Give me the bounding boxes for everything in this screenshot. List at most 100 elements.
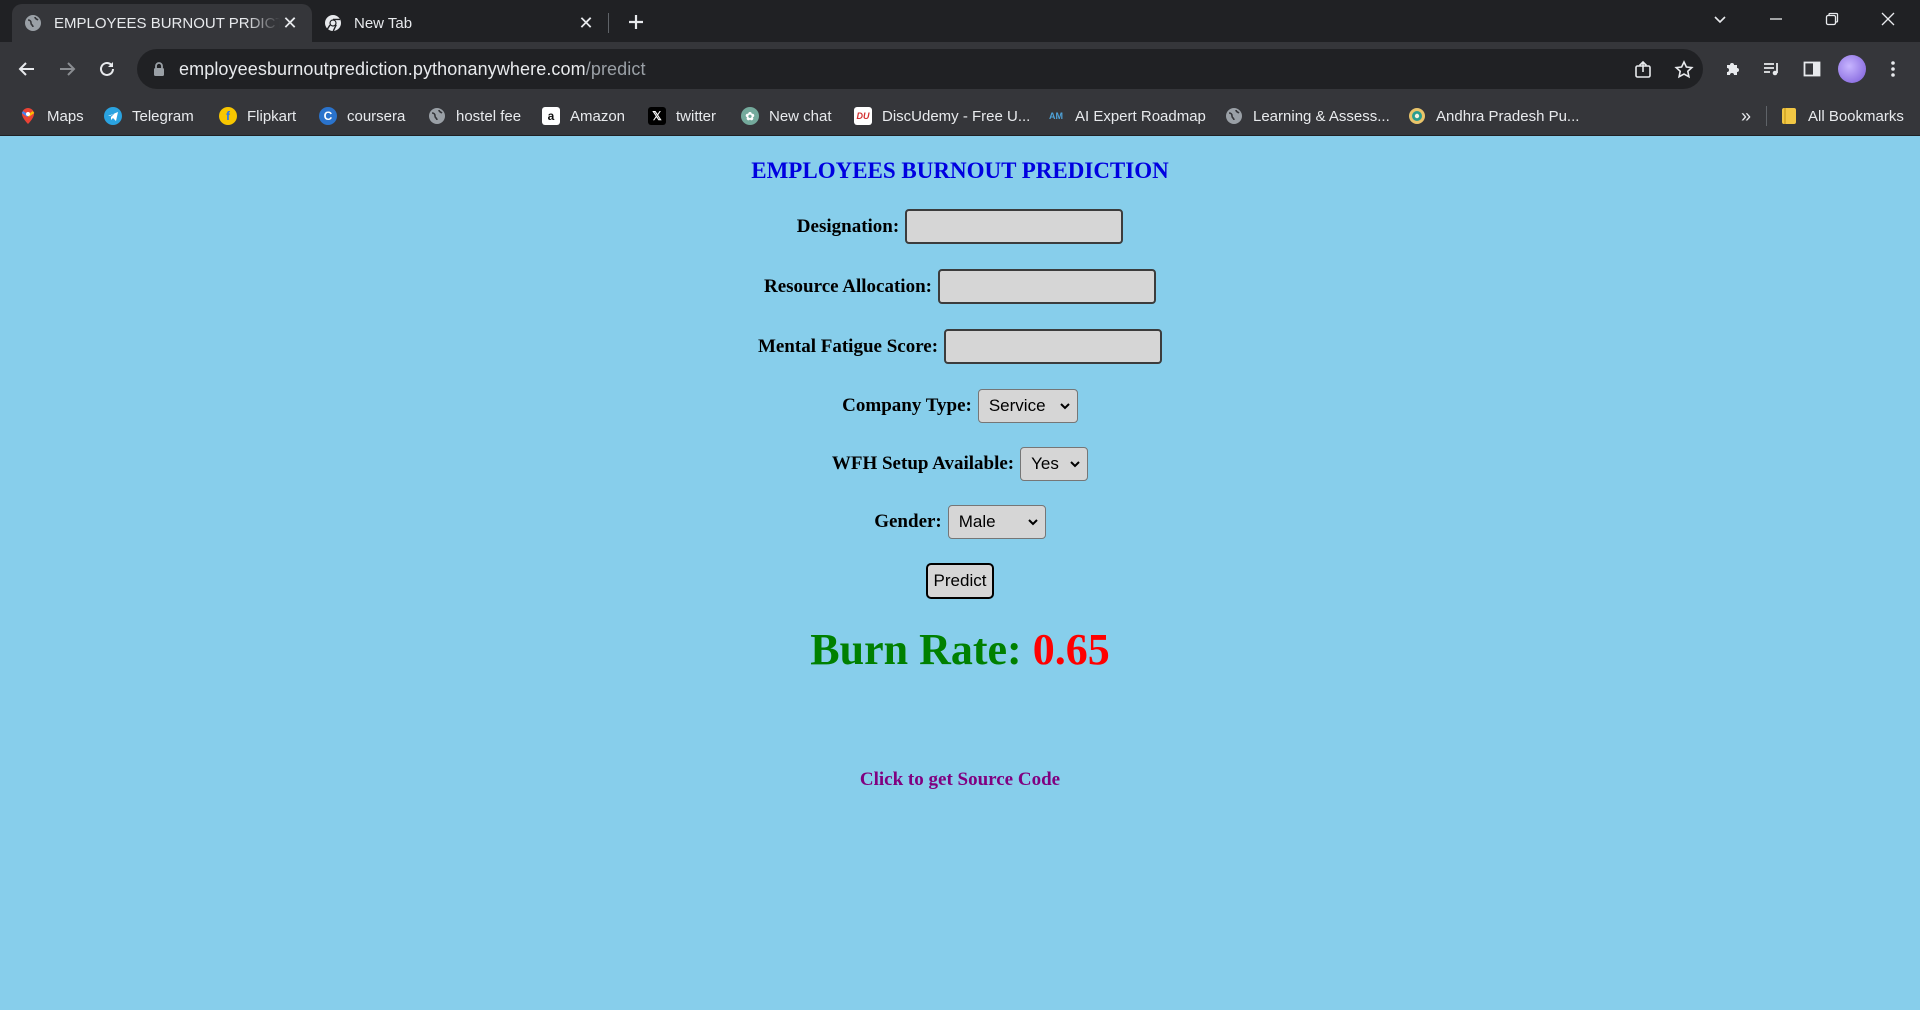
chatgpt-icon: ✿	[741, 107, 759, 125]
chrome-icon	[325, 15, 341, 32]
designation-label: Designation:	[796, 215, 900, 237]
close-tab-icon[interactable]: ✕	[280, 13, 300, 33]
burn-rate-label: Burn Rate:	[810, 625, 1022, 674]
coursera-icon: C	[319, 107, 337, 125]
forward-arrow-icon	[60, 62, 76, 76]
minimize-button[interactable]	[1748, 0, 1804, 38]
mental-fatigue-input[interactable]	[944, 329, 1163, 364]
bookmark-telegram[interactable]: Telegram	[104, 104, 194, 128]
address-bar[interactable]: employeesburnoutprediction.pythonanywher…	[137, 49, 1703, 89]
bookmark-flipkart[interactable]: f Flipkart	[219, 104, 296, 128]
bookmark-label: Flipkart	[247, 107, 297, 125]
company-type-label: Company Type:	[842, 395, 972, 416]
tab-separator	[608, 13, 609, 33]
menu-kebab-icon[interactable]	[1880, 56, 1906, 82]
minimize-icon	[1770, 18, 1782, 20]
wfh-row: WFH Setup Available: Yes	[0, 447, 1920, 481]
globe-icon	[25, 15, 41, 31]
wfh-label: WFH Setup Available:	[831, 453, 1015, 474]
side-panel-icon[interactable]	[1799, 56, 1825, 82]
bookmark-label: Amazon	[570, 107, 626, 125]
bookmark-label: hostel fee	[456, 107, 522, 125]
bookmark-discudemy[interactable]: DU DiscUdemy - Free U...	[854, 104, 1030, 128]
bookmark-label: Andhra Pradesh Pu...	[1436, 107, 1580, 125]
resource-allocation-input[interactable]	[938, 269, 1156, 304]
ap-emblem-icon	[1408, 107, 1426, 125]
forward-button[interactable]	[50, 52, 84, 86]
close-icon	[1881, 12, 1895, 26]
burn-rate-result: Burn Rate: 0.65	[0, 624, 1920, 675]
profile-avatar[interactable]	[1838, 55, 1866, 83]
plus-icon	[629, 15, 643, 29]
bookmark-maps[interactable]: Maps	[19, 104, 84, 128]
more-bookmarks-button[interactable]: »	[1741, 104, 1751, 128]
bookmark-label: All Bookmarks	[1808, 107, 1904, 125]
roadmap-icon: AM	[1049, 111, 1063, 121]
extensions-icon[interactable]	[1720, 56, 1746, 82]
resource-allocation-row: Resource Allocation:	[0, 269, 1920, 304]
resource-allocation-label: Resource Allocation:	[764, 275, 932, 297]
url-domain: employeesburnoutprediction.pythonanywher…	[179, 58, 586, 79]
x-icon: 𝕏	[648, 107, 666, 125]
bookmarks-separator	[1766, 106, 1767, 126]
gender-value: Male	[958, 512, 996, 531]
amazon-icon: a	[542, 107, 560, 125]
gender-select[interactable]: Male	[947, 505, 1046, 539]
back-button[interactable]	[10, 52, 44, 86]
designation-input[interactable]	[905, 209, 1124, 244]
page-title: EMPLOYEES BURNOUT PREDICTION	[751, 158, 1169, 183]
gender-row: Gender: Male	[0, 505, 1920, 539]
predict-button[interactable]: Predict	[926, 563, 994, 599]
bookmarks-bar: Maps Telegram f Flipkart C coursera host…	[0, 96, 1920, 136]
browser-toolbar: employeesburnoutprediction.pythonanywher…	[0, 42, 1920, 96]
lock-icon[interactable]	[151, 61, 167, 77]
mental-fatigue-label: Mental Fatigue Score:	[757, 335, 939, 357]
close-tab-icon[interactable]: ✕	[576, 13, 596, 33]
telegram-icon	[104, 107, 122, 125]
bookmark-hostel-fee[interactable]: hostel fee	[428, 104, 521, 128]
bookmark-coursera[interactable]: C coursera	[319, 104, 405, 128]
share-icon[interactable]	[1632, 59, 1654, 81]
company-type-row: Company Type: Service	[0, 389, 1920, 423]
all-bookmarks-button[interactable]: All Bookmarks	[1780, 104, 1904, 128]
bookmark-label: Maps	[47, 107, 84, 125]
reload-button[interactable]	[90, 52, 124, 86]
tab-new-tab[interactable]: New Tab ✕	[312, 4, 608, 42]
bookmark-learning-assess[interactable]: Learning & Assess...	[1225, 104, 1390, 128]
bookmark-amazon[interactable]: a Amazon	[542, 104, 625, 128]
tab-burnout-prediction[interactable]: EMPLOYEES BURNOUT PRDICTIO ✕	[12, 4, 312, 42]
bookmark-new-chat[interactable]: ✿ New chat	[741, 104, 832, 128]
url-text[interactable]: employeesburnoutprediction.pythonanywher…	[179, 59, 646, 80]
discudemy-icon: DU	[854, 107, 872, 125]
bookmark-andhra-pradesh[interactable]: Andhra Pradesh Pu...	[1408, 104, 1579, 128]
designation-row: Designation:	[0, 209, 1920, 244]
flipkart-icon: f	[219, 107, 237, 125]
bookmark-label: DiscUdemy - Free U...	[882, 107, 1031, 125]
bookmark-star-icon[interactable]	[1673, 59, 1695, 81]
company-type-select[interactable]: Service	[977, 389, 1078, 423]
bookmark-label: New chat	[769, 107, 832, 125]
maps-icon	[19, 107, 37, 125]
burn-rate-value: 0.65	[1032, 625, 1110, 674]
new-tab-button[interactable]	[622, 10, 650, 34]
bookmark-twitter[interactable]: 𝕏 twitter	[648, 104, 716, 128]
folder-icon	[1780, 107, 1798, 125]
page-content: EMPLOYEES BURNOUT PREDICTION Designation…	[0, 136, 1920, 1010]
globe-icon	[428, 107, 446, 125]
tab-search-button[interactable]	[1692, 0, 1748, 38]
restore-button[interactable]	[1804, 0, 1860, 38]
mental-fatigue-row: Mental Fatigue Score:	[0, 329, 1920, 364]
wfh-select[interactable]: Yes	[1020, 447, 1089, 481]
chevron-down-icon	[1060, 403, 1070, 410]
tab-title: New Tab	[354, 14, 413, 32]
globe-icon	[1225, 107, 1243, 125]
close-window-button[interactable]	[1860, 0, 1916, 38]
bookmark-label: AI Expert Roadmap	[1075, 107, 1206, 125]
wfh-value: Yes	[1031, 454, 1059, 473]
media-controls-icon[interactable]	[1759, 56, 1785, 82]
bookmark-ai-expert-roadmap[interactable]: AM AI Expert Roadmap	[1047, 104, 1206, 128]
chevron-down-icon	[1028, 519, 1038, 526]
chevron-down-icon	[1070, 461, 1080, 468]
source-code-link[interactable]: Click to get Source Code	[0, 769, 1920, 791]
predict-row: Predict	[0, 563, 1920, 599]
